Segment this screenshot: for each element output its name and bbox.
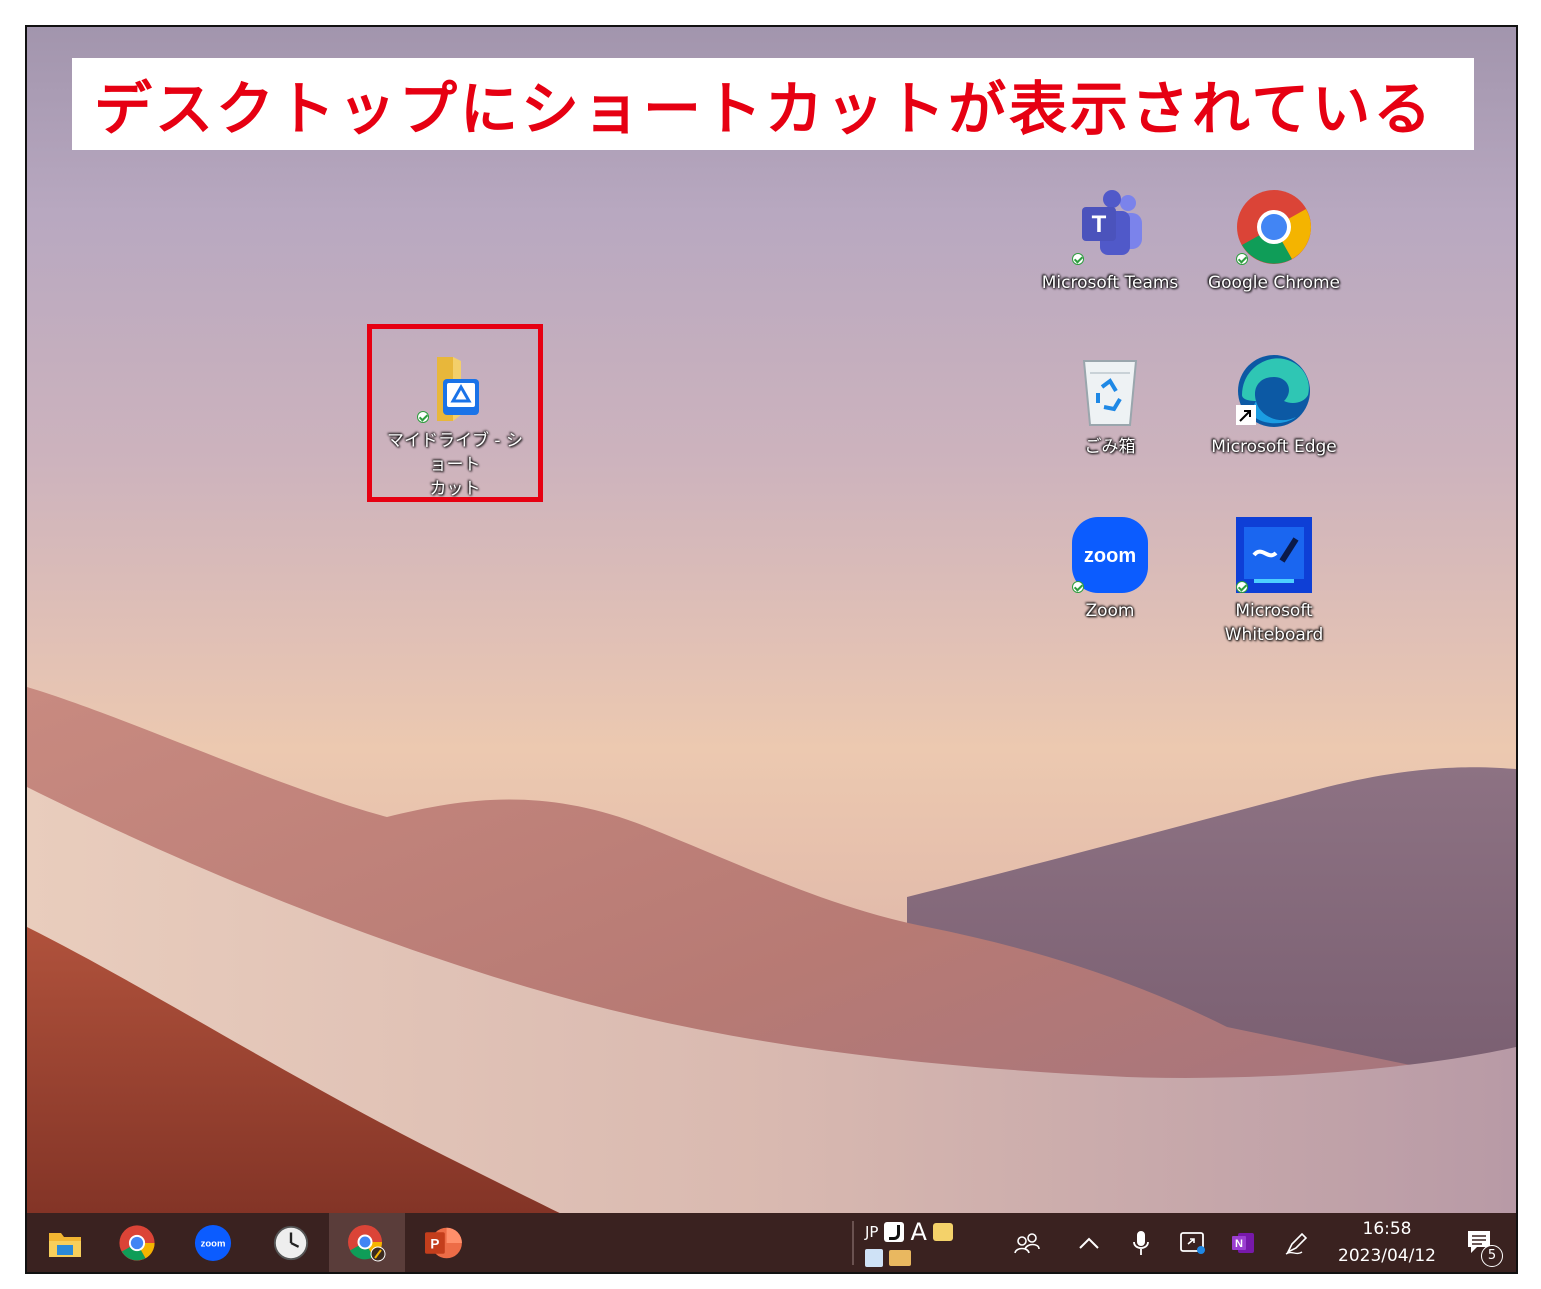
onenote-icon: N <box>1232 1232 1254 1253</box>
zoom-icon: zoom <box>194 1224 232 1261</box>
desktop-icon-recycle-bin[interactable]: ごみ箱 <box>1035 351 1185 459</box>
taskbar-file-explorer[interactable] <box>27 1213 103 1272</box>
zoom-icon: zoom <box>1070 515 1150 595</box>
sync-status-icon <box>1236 581 1248 593</box>
desktop-icon-zoom[interactable]: zoom Zoom <box>1035 515 1185 623</box>
desktop-icon-google-chrome[interactable]: Google Chrome <box>1199 187 1349 295</box>
zoom-logo-text: zoom <box>1084 545 1136 567</box>
microphone-icon <box>1133 1230 1149 1255</box>
tray-onenote[interactable]: N <box>1223 1213 1263 1272</box>
taskbar-chrome[interactable] <box>99 1213 175 1272</box>
desktop-screen: デスクトップにショートカットが表示されている マイドライブ - ショート カット <box>25 25 1518 1274</box>
screen-share-icon <box>1180 1231 1205 1254</box>
tray-separator <box>852 1221 854 1265</box>
tray-language[interactable]: JP <box>865 1223 878 1241</box>
desktop-icon-label: Microsoft Teams <box>1041 273 1179 293</box>
taskbar-clock[interactable]: 16:58 2023/04/12 <box>1321 1213 1453 1272</box>
tray-people-button[interactable] <box>1007 1213 1047 1272</box>
file-explorer-icon <box>49 1232 81 1257</box>
notification-count-badge: 5 <box>1481 1245 1503 1267</box>
tray-microphone[interactable] <box>1121 1213 1161 1272</box>
taskbar-zoom[interactable]: zoom <box>175 1213 251 1272</box>
zoom-logo-text: zoom <box>201 1238 226 1249</box>
annotation-banner-text: デスクトップにショートカットが表示されている <box>94 75 1435 143</box>
clock-icon <box>273 1225 309 1260</box>
sync-status-icon <box>1236 253 1248 265</box>
tray-pen-workspace[interactable] <box>1277 1213 1317 1272</box>
tray-ime-cluster[interactable]: JP A <box>865 1213 993 1272</box>
taskbar: zoom P JP A N 16:58 2023/04/12 5 <box>27 1213 1516 1272</box>
powerpoint-letter: P <box>430 1236 439 1251</box>
clock-date: 2023/04/12 <box>1338 1246 1436 1266</box>
ime-tools-icon[interactable] <box>932 1222 953 1241</box>
chevron-up-icon <box>1079 1237 1099 1249</box>
taskbar-chrome-profile[interactable] <box>329 1213 405 1272</box>
teams-icon: T <box>1070 187 1150 267</box>
svg-text:T: T <box>1092 211 1107 238</box>
desktop-icon-microsoft-teams[interactable]: T Microsoft Teams <box>1035 187 1185 295</box>
chrome-icon <box>1234 187 1314 267</box>
taskbar-powerpoint[interactable]: P <box>405 1213 481 1272</box>
recycle-bin-icon <box>1070 351 1150 431</box>
pen-icon <box>1285 1232 1308 1255</box>
sync-status-icon <box>1072 581 1084 593</box>
chrome-icon <box>119 1224 155 1261</box>
ime-dictionary-icon[interactable] <box>884 1221 905 1242</box>
tray-screen-share[interactable] <box>1173 1213 1213 1272</box>
tray-show-hidden-icons[interactable] <box>1069 1213 1109 1272</box>
desktop-icon-microsoft-edge[interactable]: Microsoft Edge <box>1199 351 1349 459</box>
annotation-highlight-box <box>367 324 543 502</box>
onenote-letter: N <box>1235 1238 1243 1250</box>
desktop-icon-label: ごみ箱 <box>1084 437 1136 457</box>
annotation-banner: デスクトップにショートカットが表示されている <box>72 58 1474 150</box>
desktop-icon-label: Zoom <box>1085 601 1135 621</box>
desktop-icon-label: Google Chrome <box>1207 273 1341 293</box>
people-icon <box>1014 1232 1040 1253</box>
ime-keyboard-icon[interactable] <box>865 1248 883 1267</box>
chrome-profile-icon <box>348 1224 386 1261</box>
desktop-icon-label: Microsoft Edge <box>1211 437 1337 457</box>
desktop-icon-microsoft-whiteboard[interactable]: Microsoft Whiteboard <box>1199 515 1349 647</box>
ime-input-mode[interactable]: A <box>910 1218 926 1246</box>
clock-time: 16:58 <box>1362 1219 1412 1239</box>
desktop-icon-label: Microsoft Whiteboard <box>1224 601 1324 645</box>
ime-box-icon[interactable] <box>889 1249 911 1266</box>
powerpoint-icon: P <box>425 1227 462 1258</box>
tray-action-center[interactable]: 5 <box>1457 1213 1503 1272</box>
sync-status-icon <box>1072 253 1084 265</box>
edge-icon <box>1234 351 1314 431</box>
whiteboard-icon <box>1234 515 1314 595</box>
taskbar-clock-app[interactable] <box>253 1213 329 1272</box>
